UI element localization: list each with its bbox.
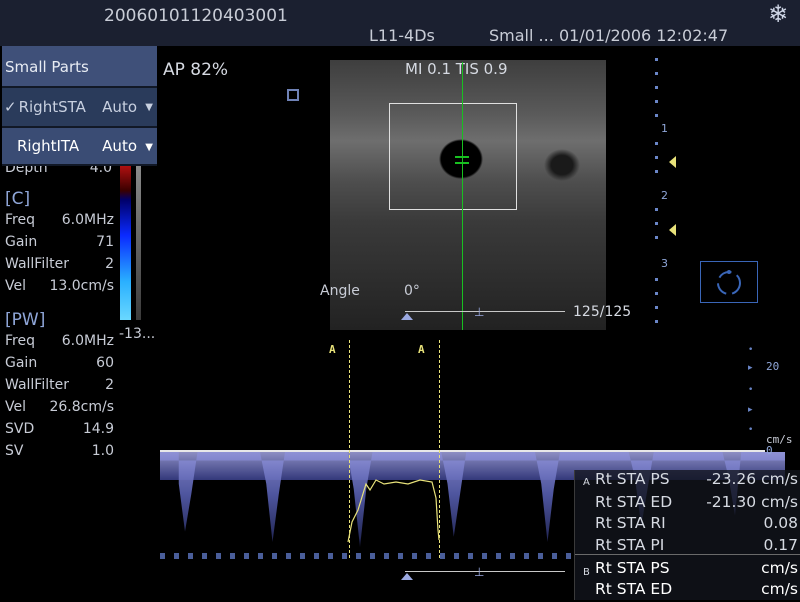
caliper-line-a2[interactable] — [439, 340, 440, 558]
menu-item-right-sta[interactable]: ✓ RightSTA Auto ▼ — [2, 88, 157, 126]
colorbar-min-label: -13... — [119, 326, 156, 342]
checkmark-icon: ✓ — [4, 98, 17, 116]
measurement-row: Rt STA PS -23.26 cm/s — [575, 470, 800, 492]
cine-start-marker-icon[interactable] — [401, 313, 413, 320]
cine-bar-top[interactable] — [405, 311, 565, 312]
pw-freq-value: 6.0MHz — [61, 333, 114, 349]
image-orientation-marker-icon — [287, 89, 299, 101]
menu-item-label: Small Parts — [5, 58, 89, 76]
caliper-line-a1[interactable] — [349, 340, 350, 558]
doppler-baseline[interactable] — [160, 450, 765, 452]
measurement-results-panel: A Rt STA PS -23.26 cm/s Rt STA ED -21.30… — [574, 470, 800, 600]
color-gain-label: Gain — [5, 234, 38, 250]
rotate-refresh-button[interactable] — [700, 261, 758, 303]
doppler-cursor-line[interactable] — [462, 62, 463, 330]
color-freq-label: Freq — [5, 212, 35, 228]
probe-name: L11-4Ds — [369, 26, 435, 45]
measurement-value: 0.17 — [763, 536, 798, 554]
measurement-divider — [575, 554, 800, 555]
velocity-scale-zero: 0 — [766, 444, 773, 457]
gray-map-bar — [136, 166, 141, 320]
measurement-label: Rt STA ED — [595, 493, 673, 511]
time-axis-ticks — [160, 553, 575, 559]
color-velocity-bar — [120, 166, 131, 320]
color-params-title: [C] — [5, 189, 31, 209]
measurement-label: Rt STA PI — [595, 536, 665, 554]
focus-marker-icon[interactable] — [669, 156, 676, 168]
focus-marker-icon[interactable] — [669, 224, 676, 236]
pw-svd-value: 14.9 — [82, 421, 114, 437]
depth-tick-2: 2 — [661, 189, 668, 202]
measurement-label: Rt STA PS — [595, 470, 670, 488]
pw-sv-value: 1.0 — [91, 443, 114, 459]
pw-gain-label: Gain — [5, 355, 38, 371]
color-wallfilter-value: 2 — [105, 256, 114, 272]
measurement-value: 0.08 — [763, 514, 798, 532]
pw-sv-label: SV — [5, 443, 24, 459]
dropdown-caret-icon[interactable]: ▼ — [145, 102, 153, 113]
scale-tick-icon: • — [748, 345, 754, 355]
measurement-row: Rt STA ED cm/s — [575, 580, 800, 602]
scale-tick-icon: • — [748, 385, 754, 395]
menu-item-right-ita[interactable]: RightITA Auto ▼ — [2, 128, 157, 164]
scale-tick-icon: ▸ — [748, 363, 753, 373]
exam-datetime: 01/01/2006 12:02:47 — [559, 26, 729, 45]
menu-item-label: RightITA — [17, 137, 80, 155]
doppler-trace — [347, 479, 440, 543]
preset-name: Small ... — [489, 26, 554, 45]
pw-wallfilter-value: 2 — [105, 377, 114, 393]
caliper-label-a1: A — [329, 343, 336, 356]
pw-freq-label: Freq — [5, 333, 35, 349]
pw-vel-value: 26.8cm/s — [49, 399, 114, 415]
sample-volume-gate[interactable] — [455, 156, 469, 164]
scale-tick-icon: • — [748, 425, 754, 435]
measurement-label: Rt STA PS — [595, 559, 670, 577]
color-gain-value: 71 — [96, 234, 114, 250]
cine-position-marker-icon[interactable]: ⊥ — [474, 565, 484, 579]
menu-item-value: Auto — [102, 98, 137, 116]
acoustic-power: AP 82% — [163, 60, 229, 80]
dropdown-caret-icon[interactable]: ▼ — [145, 142, 153, 153]
freeze-snowflake-icon[interactable]: ❄ — [768, 0, 788, 28]
rotate-icon — [717, 270, 741, 295]
caliper-label-a2: A — [418, 343, 425, 356]
exam-menu: Small Parts ✓ RightSTA Auto ▼ RightITA Au… — [2, 46, 157, 166]
pw-svd-label: SVD — [5, 421, 35, 437]
cine-bar-bottom[interactable] — [405, 571, 565, 572]
scale-tick-icon: ▸ — [748, 405, 753, 415]
pw-gain-value: 60 — [96, 355, 114, 371]
measurement-value: cm/s — [761, 559, 798, 577]
patient-id: 20060101120403001 — [104, 6, 288, 26]
measurement-label: Rt STA RI — [595, 514, 666, 532]
measurement-value: -23.26 cm/s — [706, 470, 798, 488]
color-vel-value: 13.0cm/s — [49, 278, 114, 294]
color-roi-box[interactable] — [389, 103, 517, 210]
measurement-label: Rt STA ED — [595, 580, 673, 598]
measurement-row: Rt STA ED -21.30 cm/s — [575, 493, 800, 515]
angle-value: 0° — [404, 283, 420, 299]
pw-params-title: [PW] — [5, 310, 46, 330]
measurement-value: -21.30 cm/s — [706, 493, 798, 511]
angle-label: Angle — [320, 283, 360, 299]
cine-start-marker-icon[interactable] — [401, 573, 413, 580]
cine-position-marker-icon[interactable]: ⊥ — [474, 305, 484, 319]
pw-vel-label: Vel — [5, 399, 26, 415]
menu-item-small-parts[interactable]: Small Parts — [2, 46, 157, 86]
measurement-row: Rt STA PS cm/s — [575, 559, 800, 581]
depth-tick-3: 3 — [661, 257, 668, 270]
velocity-scale-top: 20 — [766, 360, 780, 373]
color-freq-value: 6.0MHz — [61, 212, 114, 228]
mi-tis-readout: MI 0.1 TIS 0.9 — [405, 60, 508, 78]
frame-counter: 125/125 — [573, 304, 632, 320]
menu-item-label: RightSTA — [18, 98, 86, 116]
color-vel-label: Vel — [5, 278, 26, 294]
measurement-row: Rt STA RI 0.08 — [575, 514, 800, 536]
depth-scale: 1 2 3 — [653, 56, 668, 326]
measurement-value: cm/s — [761, 580, 798, 598]
menu-item-value: Auto — [102, 137, 137, 155]
depth-tick-1: 1 — [661, 122, 668, 135]
